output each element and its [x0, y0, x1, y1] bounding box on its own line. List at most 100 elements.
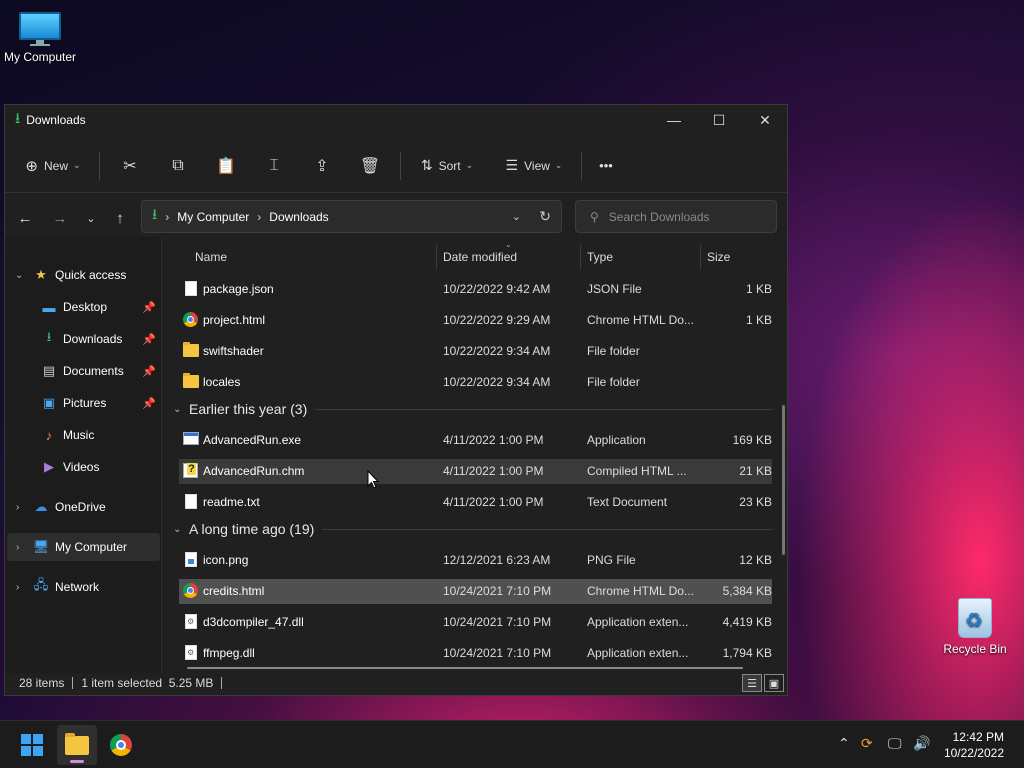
document-icon [183, 494, 199, 510]
network-status-icon[interactable]: 🖵 [888, 735, 902, 752]
file-row[interactable]: readme.txt 4/11/2022 1:00 PM Text Document… [179, 490, 772, 515]
sync-icon[interactable]: ⟳ [861, 735, 873, 752]
nav-item-pictures[interactable]: ▣ Pictures 📌 [5, 389, 162, 417]
system-clock[interactable]: 12:42 PM 10/22/2022 [944, 729, 1004, 761]
breadcrumb-my-computer[interactable]: My Computer [177, 210, 249, 224]
share-button[interactable]: ⇪ [298, 150, 346, 182]
breadcrumb-downloads[interactable]: Downloads [269, 210, 328, 224]
file-date: 10/22/2022 9:29 AM [443, 313, 551, 327]
nav-item-network[interactable]: › 🖧 Network [5, 573, 162, 601]
horizontal-scrollbar[interactable] [187, 667, 743, 669]
show-hidden-icons-chevron-icon[interactable]: ⌃ [838, 735, 850, 752]
file-row[interactable]: ffmpeg.dll 10/24/2021 7:10 PM Application … [179, 641, 772, 666]
file-row[interactable]: locales 10/22/2022 9:34 AM File folder [179, 370, 772, 395]
nav-item-music[interactable]: ♪ Music [5, 421, 162, 449]
up-button[interactable]: ↑ [106, 199, 134, 237]
status-divider [72, 677, 74, 689]
command-bar: ⊕ New ⌄ ✂ ⧉ 📋 ⌶ ⇪ 🗑 ⇅ Sort ⌄ ☰ View ⌄ ••… [5, 139, 787, 193]
file-date: 12/12/2021 6:23 AM [443, 553, 551, 567]
view-button[interactable]: ☰ View ⌄ [493, 150, 575, 182]
taskbar-file-explorer[interactable] [57, 725, 97, 765]
new-label: New [44, 158, 69, 173]
more-options-button[interactable]: ••• [588, 150, 624, 182]
file-type: Compiled HTML ... [587, 464, 687, 478]
nav-quick-access[interactable]: ⌄ ★ Quick access [5, 261, 162, 289]
column-divider[interactable] [580, 245, 581, 269]
file-row[interactable]: AdvancedRun.chm 4/11/2022 1:00 PM Compiled… [179, 459, 772, 484]
file-row[interactable]: swiftshader 10/22/2022 9:34 AM File folder [179, 339, 772, 364]
forward-button[interactable]: → [46, 199, 74, 237]
address-history-chevron-icon[interactable]: ⌄ [512, 210, 521, 223]
chevron-right-icon[interactable]: › [16, 502, 19, 513]
file-row[interactable]: d3dcompiler_47.dll 10/24/2021 7:10 PM Appl… [179, 610, 772, 635]
column-header-date[interactable]: Date modified [443, 250, 517, 264]
new-button[interactable]: ⊕ New ⌄ [19, 150, 87, 182]
desktop-icon-label: Recycle Bin [943, 642, 1007, 656]
dll-icon-shape [185, 614, 197, 629]
chevron-right-icon[interactable]: › [16, 542, 19, 553]
nav-item-videos[interactable]: ▶ Videos [5, 453, 162, 481]
chevron-right-icon[interactable]: › [16, 582, 19, 593]
plus-circle-icon: ⊕ [25, 157, 38, 175]
nav-item-documents[interactable]: ▤ Documents 📌 [5, 357, 162, 385]
refresh-icon[interactable]: ↻ [539, 208, 551, 225]
pin-icon[interactable]: 📌 [142, 333, 156, 346]
file-name: project.html [203, 313, 266, 327]
back-button[interactable]: ← [11, 199, 39, 237]
column-header-name[interactable]: Name [195, 250, 227, 264]
file-row[interactable]: AdvancedRun.exe 4/11/2022 1:00 PM Applicat… [179, 428, 772, 453]
chevron-down-icon[interactable]: ⌄ [15, 270, 23, 281]
delete-button[interactable]: 🗑 [346, 150, 394, 182]
start-button[interactable] [12, 725, 52, 765]
file-row[interactable]: package.json 10/22/2022 9:42 AM JSON File 1… [179, 277, 772, 302]
chevron-down-icon[interactable]: ⌄ [173, 404, 181, 415]
column-divider[interactable] [700, 245, 701, 269]
column-header-type[interactable]: Type [587, 250, 613, 264]
file-type: Application [587, 433, 646, 447]
pin-icon[interactable]: 📌 [142, 301, 156, 314]
file-size: 1 KB [745, 282, 772, 296]
computer-icon [19, 12, 61, 46]
chevron-down-icon: ⌄ [465, 160, 474, 170]
minimize-button[interactable]: — [651, 105, 697, 135]
nav-item-my-computer[interactable]: › 🖥 My Computer [7, 533, 160, 561]
pin-icon[interactable]: 📌 [142, 397, 156, 410]
nav-item-label: Network [55, 580, 100, 594]
group-header[interactable]: ⌄ A long time ago (19) [173, 517, 773, 541]
chevron-down-icon[interactable]: ⌄ [173, 524, 181, 535]
maximize-button[interactable]: ☐ [696, 105, 742, 135]
search-input[interactable]: Search Downloads [609, 210, 710, 224]
taskbar-chrome[interactable] [101, 725, 141, 765]
vertical-scrollbar[interactable] [782, 405, 785, 555]
pin-icon[interactable]: 📌 [142, 365, 156, 378]
column-header-size[interactable]: Size [707, 250, 730, 264]
file-type: Application exten... [587, 615, 689, 629]
file-row[interactable]: icon.png 12/12/2021 6:23 AM PNG File 12 KB [179, 548, 772, 573]
nav-item-downloads[interactable]: ⭳ Downloads 📌 [5, 325, 162, 353]
sort-button[interactable]: ⇅ Sort ⌄ [407, 150, 487, 182]
column-divider[interactable] [436, 245, 437, 269]
videos-icon: ▶ [44, 459, 54, 474]
file-row[interactable]: project.html 10/22/2022 9:29 AM Chrome HTM… [179, 308, 772, 333]
volume-icon[interactable]: 🔊 [913, 735, 930, 752]
desktop-icon-recycle-bin[interactable]: Recycle Bin [935, 598, 1015, 656]
address-bar[interactable]: ⭳ › My Computer › Downloads ⌄ ↻ [141, 200, 562, 233]
nav-item-onedrive[interactable]: › ☁ OneDrive [5, 493, 162, 521]
file-row[interactable]: credits.html 10/24/2021 7:10 PM Chrome HTM… [179, 579, 772, 604]
copy-button[interactable]: ⧉ [154, 150, 202, 182]
tiles-view-button[interactable]: ▣ [764, 674, 784, 692]
group-header[interactable]: ⌄ Earlier this year (3) [173, 397, 773, 421]
file-size: 23 KB [739, 495, 772, 509]
file-size: 1 KB [745, 313, 772, 327]
rename-button[interactable]: ⌶ [250, 150, 298, 182]
nav-item-label: Desktop [63, 300, 108, 314]
nav-item-desktop[interactable]: ▬ Desktop 📌 [5, 293, 162, 321]
desktop-icon-my-computer[interactable]: My Computer [0, 12, 80, 64]
paste-button[interactable]: 📋 [202, 150, 250, 182]
details-view-button[interactable]: ☰ [742, 674, 762, 692]
close-button[interactable]: ✕ [742, 105, 788, 135]
recent-locations-button[interactable]: ⌄ [77, 199, 105, 237]
cut-button[interactable]: ✂ [106, 150, 154, 182]
recycle-bin-icon [958, 598, 992, 638]
search-box[interactable]: ⚲ Search Downloads [575, 200, 777, 233]
